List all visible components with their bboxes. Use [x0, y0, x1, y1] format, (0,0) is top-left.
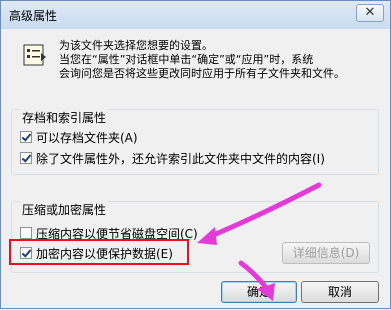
cancel-button[interactable]: 取消 [301, 281, 379, 303]
folder-properties-icon [23, 44, 46, 66]
intro-line-2: 当您在“属性”对话框中单击“确定”或“应用”时，系统 [59, 53, 314, 66]
index-checkbox[interactable] [20, 152, 32, 164]
compress-checkbox[interactable] [20, 227, 32, 239]
title-bar: 高级属性 ✕ [1, 1, 390, 29]
ok-button[interactable]: 确定 [221, 281, 297, 303]
details-button[interactable]: 详细信息(D) [282, 242, 370, 264]
archive-checkbox-label: 可以存档文件夹(A) [36, 130, 138, 145]
intro-line-3: 会询问您是否将这些更改同时应用于所有子文件夹和文件。 [59, 67, 345, 80]
archive-index-group: 存档和索引属性 可以存档文件夹(A) 除了文件属性外，还允许索引此文件夹中文件的… [11, 109, 379, 175]
compress-encrypt-group-label: 压缩或加密属性 [20, 201, 109, 218]
close-button[interactable]: ✕ [356, 4, 384, 22]
intro-text: 为该文件夹选择您想要的设置。 当您在“属性”对话框中单击“确定”或“应用”时，系… [59, 39, 383, 81]
encrypt-highlight-box [9, 239, 189, 265]
archive-index-group-label: 存档和索引属性 [20, 109, 109, 126]
window-title: 高级属性 [9, 9, 58, 23]
intro-line-1: 为该文件夹选择您想要的设置。 [59, 39, 213, 52]
index-checkbox-row[interactable]: 除了文件属性外，还允许索引此文件夹中文件的内容(I) [20, 150, 325, 166]
advanced-attributes-dialog: 高级属性 ✕ 为该文件夹选择您想要的设置。 当您在“属性”对话框中单击“确定”或… [0, 0, 391, 309]
archive-checkbox[interactable] [20, 131, 32, 143]
archive-checkbox-row[interactable]: 可以存档文件夹(A) [20, 129, 138, 145]
index-checkbox-label: 除了文件属性外，还允许索引此文件夹中文件的内容(I) [36, 151, 325, 166]
